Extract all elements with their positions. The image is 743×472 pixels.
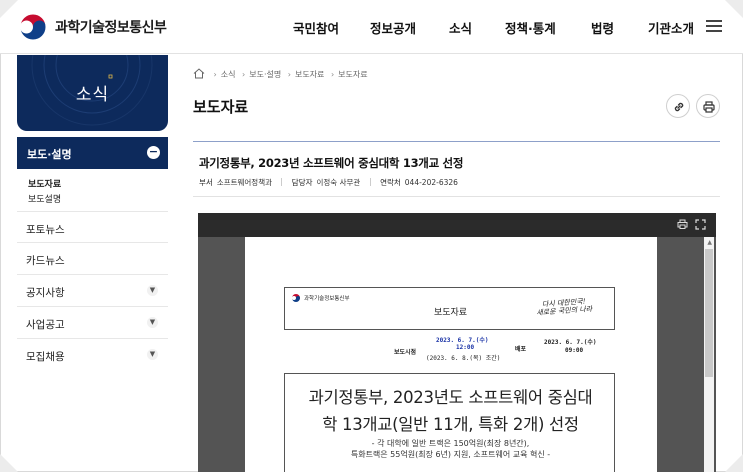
page-title: 보도자료 <box>193 98 249 116</box>
summary-line: 특화트랙은 55억원(최장 6년) 지원, 소프트웨어 교육 혁신 - <box>350 450 551 459</box>
sidebar-item-label: 카드뉴스 <box>26 255 65 267</box>
print-button[interactable] <box>696 94 720 118</box>
document-viewer[interactable]: 과학기술정보통신부 보도자료 다시 대한민국! 새로운 국민의 나라 보도시점 … <box>198 213 716 472</box>
meta-contact-value: 044-202-6326 <box>404 178 458 187</box>
corner-ornament <box>725 454 743 472</box>
distribution-date: 2023. 6. 7.(수) <box>544 339 597 346</box>
document-summary: - 각 대학에 일반 트랙은 150억원(최장 8년간), 특화트랙은 55억원… <box>285 438 616 460</box>
document-header-box: 과학기술정보통신부 보도자료 다시 대한민국! 새로운 국민의 나라 <box>284 287 615 330</box>
sidebar-item-card-news[interactable]: 카드뉴스 <box>17 243 168 275</box>
embargo-label: 보도시점 <box>394 349 417 356</box>
article-meta: 부서 소프트웨어정책과 담당자 이정숙 사무관 연락처 044-202-6326 <box>199 177 458 188</box>
sidebar-item-recruitment[interactable]: 모집채용 ▼ <box>17 339 168 371</box>
corner-ornament <box>725 0 743 18</box>
site-header: 과학기술정보통신부 국민참여 정보공개 소식 정책·통계 법령 기관소개 <box>0 0 743 54</box>
government-logo-icon[interactable] <box>17 11 49 43</box>
corner-ornament <box>0 454 18 472</box>
meta-dept-label: 부서 <box>199 178 213 187</box>
breadcrumb-item[interactable]: 보도자료 <box>338 70 367 79</box>
distribution-label: 배포 <box>515 346 527 353</box>
sidebar-item-label: 모집채용 <box>26 351 65 363</box>
sidebar-item-press[interactable]: 보도·설명 − <box>17 137 168 169</box>
sidebar-item-photo-news[interactable]: 포토뉴스 <box>17 211 168 243</box>
nav-item-participation[interactable]: 국민참여 <box>293 18 339 37</box>
breadcrumb: › 소식 › 보도·설명 › 보도자료 › 보도자료 <box>193 68 368 80</box>
headline-box: 과기정통부, 2023년도 소프트웨어 중심대 학 13개교(일반 11개, 특… <box>284 373 615 472</box>
summary-line: - 각 대학에 일반 트랙은 150억원(최장 8년간), <box>371 439 530 448</box>
sidebar-item-label: 공지사항 <box>26 287 65 299</box>
scroll-up-icon[interactable]: ▲ <box>707 239 712 246</box>
sidebar-banner: 소식 <box>17 55 168 131</box>
hamburger-menu-icon[interactable] <box>706 20 722 34</box>
nav-item-law[interactable]: 법령 <box>591 18 614 37</box>
site-name[interactable]: 과학기술정보통신부 <box>55 17 167 37</box>
fullscreen-icon[interactable] <box>695 219 706 230</box>
title-divider <box>193 141 720 142</box>
viewer-toolbar <box>198 213 716 237</box>
embargo-date: 2023. 6. 7.(수) <box>436 337 489 344</box>
document-logo-text: 과학기술정보통신부 <box>304 296 350 302</box>
meta-dept-value: 소프트웨어정책과 <box>216 178 273 187</box>
sidebar-subitem-press-explanation[interactable]: 보도설명 <box>28 192 61 205</box>
sidebar-item-notices[interactable]: 공지사항 ▼ <box>17 275 168 307</box>
sidebar-item-business[interactable]: 사업공고 ▼ <box>17 307 168 339</box>
meta-divider <box>193 196 720 197</box>
embargo-time: 12:00 <box>456 344 475 351</box>
sidebar-item-label: 사업공고 <box>26 319 65 331</box>
meta-manager-label: 담당자 <box>291 178 313 187</box>
nav-item-news[interactable]: 소식 <box>449 18 472 37</box>
print-icon[interactable] <box>677 219 688 230</box>
collapse-icon[interactable]: − <box>147 146 160 159</box>
expand-icon[interactable]: ▼ <box>147 285 158 296</box>
headline-line: 학 13개교(일반 11개, 특화 2개) 선정 <box>322 415 579 434</box>
sidebar-banner-title: 소식 <box>75 85 110 105</box>
meta-manager-value: 이정숙 사무관 <box>316 178 361 187</box>
expand-icon[interactable]: ▼ <box>147 317 158 328</box>
meta-contact-label: 연락처 <box>380 178 401 187</box>
corner-ornament <box>0 0 18 18</box>
nav-item-policy[interactable]: 정책·통계 <box>505 18 556 37</box>
scrollbar-thumb[interactable] <box>705 249 713 377</box>
sidebar-item-label: 보도·설명 <box>27 148 72 161</box>
sidebar-subitem-press-release[interactable]: 보도자료 <box>28 177 61 190</box>
sidebar-item-label: 포토뉴스 <box>26 224 65 236</box>
share-link-button[interactable] <box>666 94 690 118</box>
link-icon <box>674 102 684 112</box>
home-icon[interactable] <box>193 68 205 79</box>
nav-item-about[interactable]: 기관소개 <box>648 18 694 37</box>
breadcrumb-item[interactable]: 소식 <box>221 70 236 79</box>
headline-line: 과기정통부, 2023년도 소프트웨어 중심대 <box>308 388 593 407</box>
breadcrumb-item[interactable]: 보도자료 <box>295 70 324 79</box>
document-headline: 과기정통부, 2023년도 소프트웨어 중심대 학 13개교(일반 11개, 특… <box>285 384 616 438</box>
expand-icon[interactable]: ▼ <box>147 349 158 360</box>
article-title: 과기정통부, 2023년 소프트웨어 중심대학 13개교 선정 <box>199 156 464 170</box>
nav-item-disclosure[interactable]: 정보공개 <box>370 18 416 37</box>
embargo-note: (2023. 6. 8.(목) 조간) <box>426 355 501 362</box>
breadcrumb-item[interactable]: 보도·설명 <box>249 70 281 79</box>
print-icon <box>703 101 715 113</box>
document-page: 과학기술정보통신부 보도자료 다시 대한민국! 새로운 국민의 나라 보도시점 … <box>245 237 657 472</box>
distribution-time: 09:00 <box>565 347 584 354</box>
government-logo-icon <box>292 294 300 302</box>
